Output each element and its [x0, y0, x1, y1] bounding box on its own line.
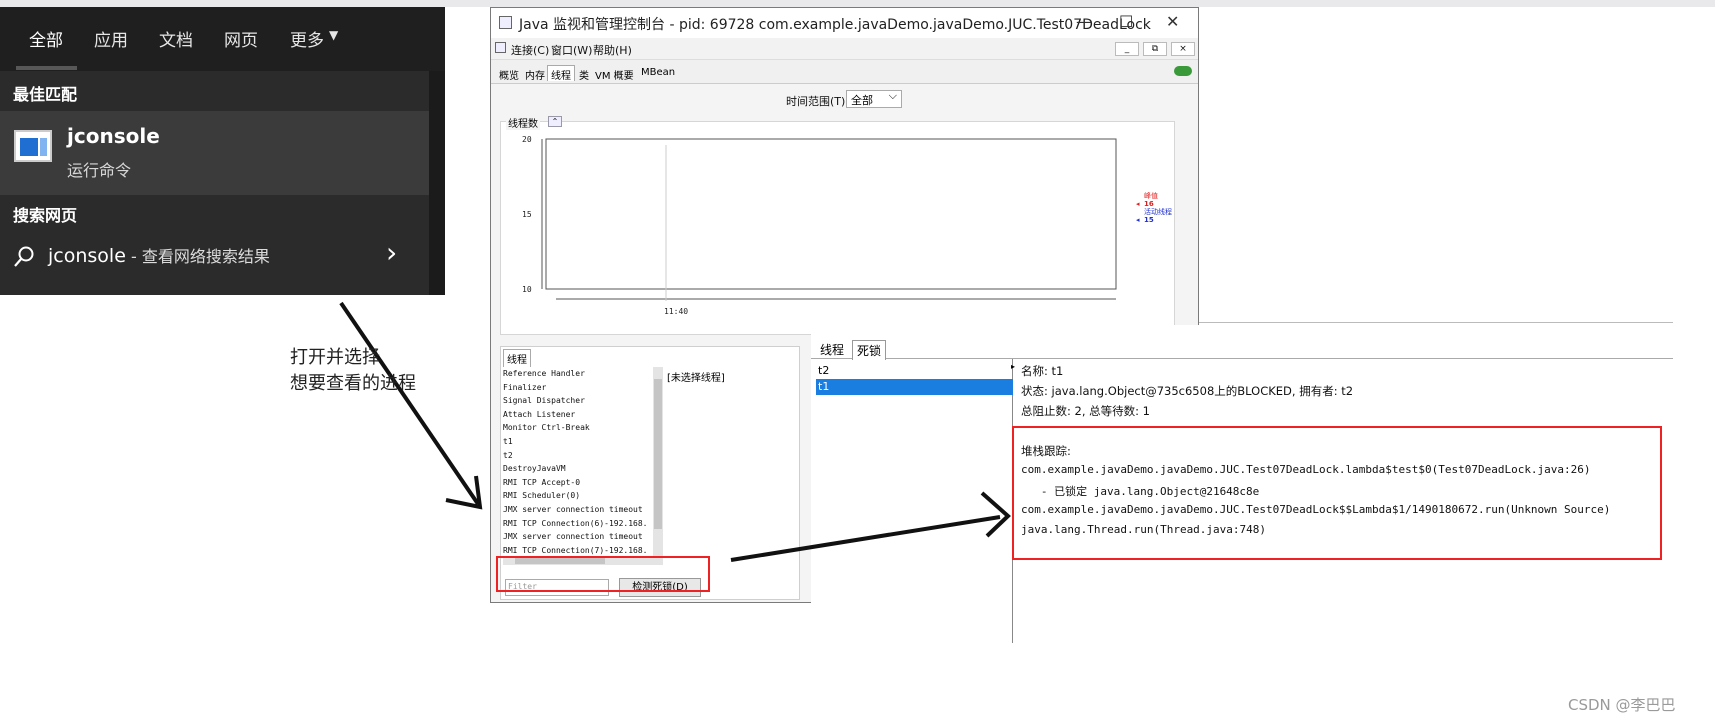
arrow-line-1 — [339, 301, 480, 506]
arrow-head-2 — [980, 491, 1011, 538]
annotation-text: 打开并选择 想要查看的进程 — [290, 345, 416, 397]
annotation-arrows — [339, 301, 1011, 562]
annotation-line: 想要查看的进程 — [290, 373, 416, 394]
watermark: CSDN @李巴巴 — [1568, 696, 1676, 714]
annotation-line: 打开并选择 — [290, 347, 380, 368]
arrow-line-2 — [730, 515, 1001, 562]
